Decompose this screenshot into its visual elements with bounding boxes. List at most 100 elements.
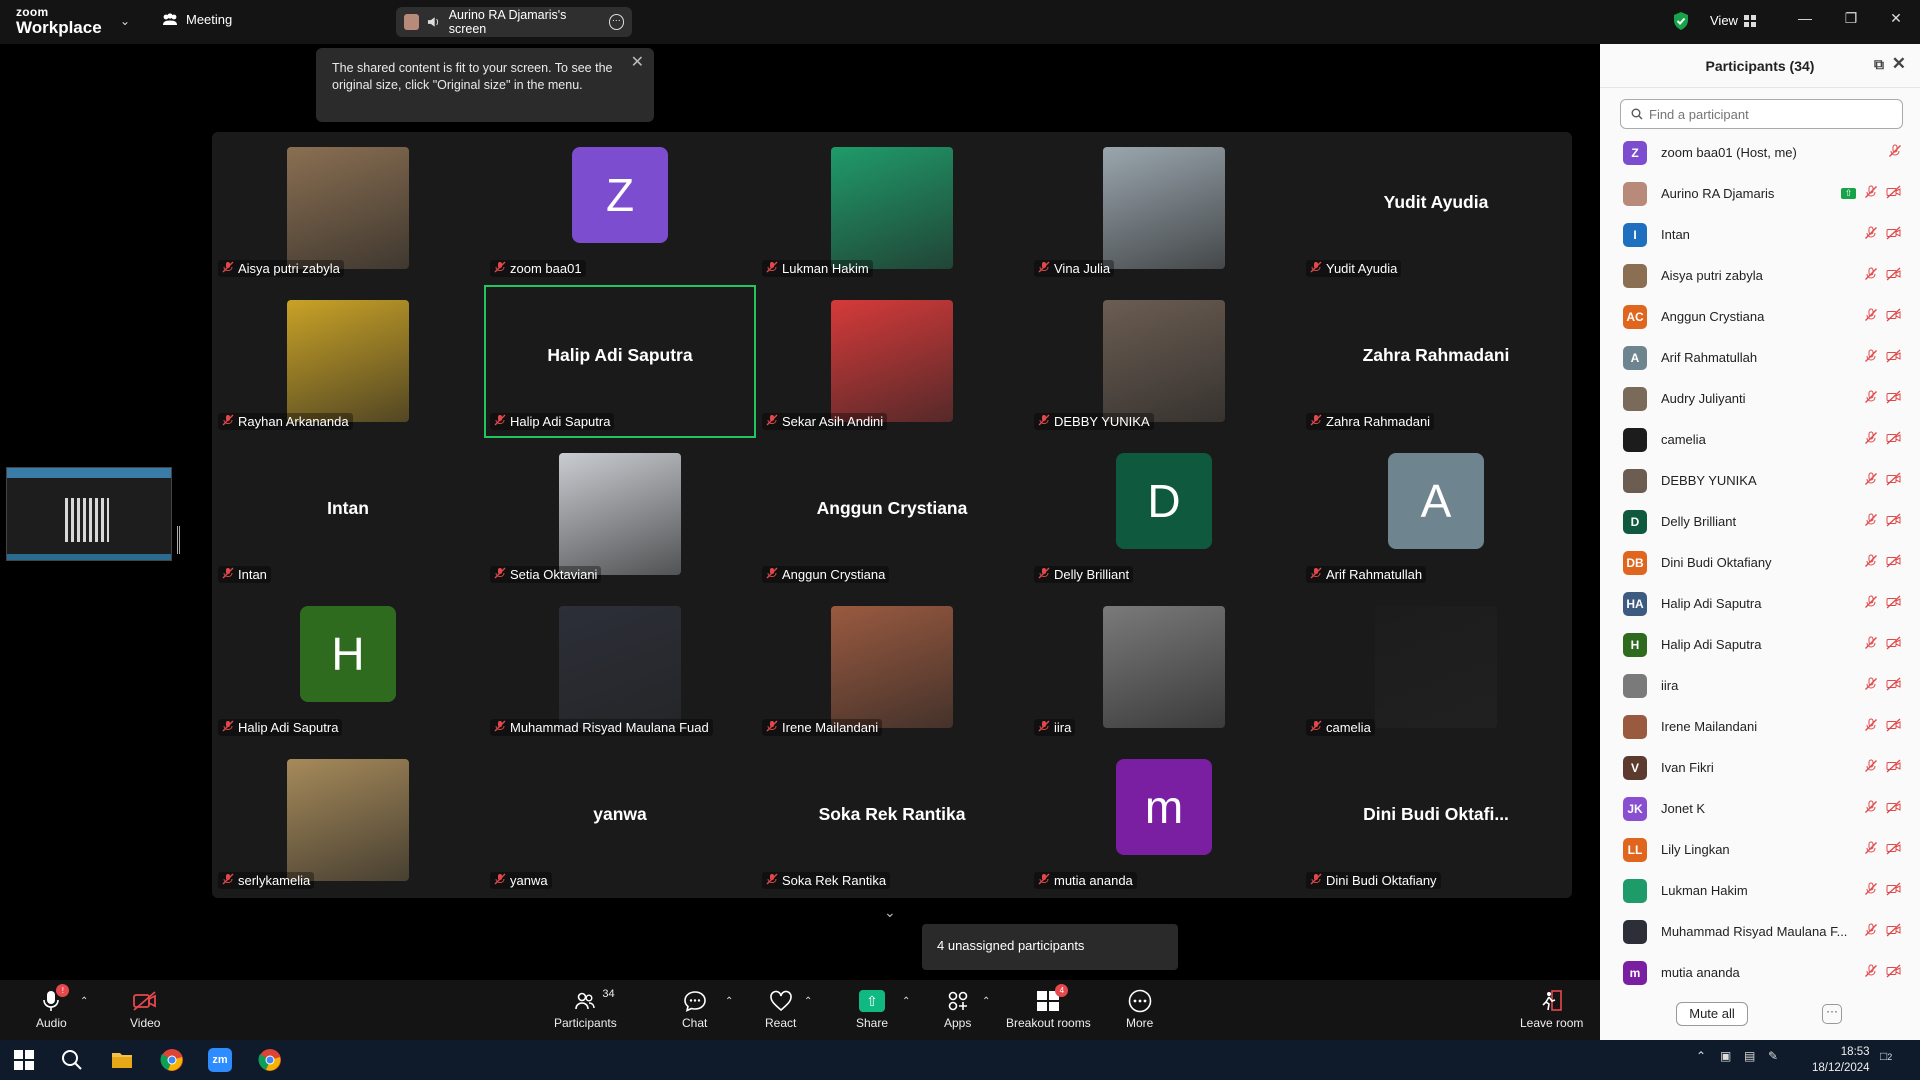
chrome-profile-icon[interactable] xyxy=(258,1048,282,1072)
mic-muted-icon[interactable] xyxy=(1864,718,1878,735)
participant-row[interactable]: JK Jonet K xyxy=(1600,788,1920,829)
mic-muted-icon[interactable] xyxy=(1864,267,1878,284)
video-tile[interactable]: Sekar Asih Andini xyxy=(756,285,1028,438)
participant-row[interactable]: AC Anggun Crystiana xyxy=(1600,296,1920,337)
participant-row[interactable]: H Halip Adi Saputra xyxy=(1600,624,1920,665)
video-off-icon[interactable] xyxy=(1886,185,1902,202)
mic-muted-icon[interactable] xyxy=(1864,349,1878,366)
video-off-icon[interactable] xyxy=(1886,349,1902,366)
participant-row[interactable]: Aisya putri zabyla xyxy=(1600,255,1920,296)
video-off-icon[interactable] xyxy=(1886,267,1902,284)
mic-muted-icon[interactable] xyxy=(1864,800,1878,817)
video-tile[interactable]: camelia xyxy=(1300,591,1572,744)
video-tile[interactable]: Aisya putri zabyla xyxy=(212,132,484,285)
video-off-icon[interactable] xyxy=(1886,841,1902,858)
participant-row[interactable]: DEBBY YUNIKA xyxy=(1600,460,1920,501)
mic-muted-icon[interactable] xyxy=(1864,431,1878,448)
video-button[interactable]: Video xyxy=(130,986,160,1030)
participant-row[interactable]: Irene Mailandani xyxy=(1600,706,1920,747)
participant-row[interactable]: I Intan xyxy=(1600,214,1920,255)
video-off-icon[interactable] xyxy=(1886,923,1902,940)
chat-button[interactable]: Chat xyxy=(682,986,707,1030)
unassigned-participants-notice[interactable]: 4 unassigned participants xyxy=(922,924,1178,970)
minimize-icon[interactable]: — xyxy=(1795,10,1815,26)
video-off-icon[interactable] xyxy=(1886,431,1902,448)
popout-icon[interactable]: ⧉ xyxy=(1874,56,1884,73)
mic-muted-icon[interactable] xyxy=(1864,226,1878,243)
video-tile[interactable]: D Delly Brilliant xyxy=(1028,438,1300,591)
video-tile[interactable]: Muhammad Risyad Maulana Fuad xyxy=(484,591,756,744)
zoom-taskbar-icon[interactable]: zm xyxy=(208,1048,232,1072)
participant-row[interactable]: Lukman Hakim xyxy=(1600,870,1920,911)
leave-room-button[interactable]: Leave room xyxy=(1520,986,1583,1030)
video-tile[interactable]: H Halip Adi Saputra xyxy=(212,591,484,744)
mic-muted-icon[interactable] xyxy=(1864,923,1878,940)
chat-options-caret-icon[interactable]: ⌃ xyxy=(725,996,733,1007)
participant-row[interactable]: LL Lily Lingkan xyxy=(1600,829,1920,870)
participant-search[interactable] xyxy=(1620,99,1903,129)
mic-muted-icon[interactable] xyxy=(1864,185,1878,202)
mic-muted-icon[interactable] xyxy=(1864,882,1878,899)
video-off-icon[interactable] xyxy=(1886,390,1902,407)
view-button[interactable]: View xyxy=(1710,13,1756,28)
pen-icon[interactable]: ✎ xyxy=(1768,1049,1778,1063)
video-off-icon[interactable] xyxy=(1886,759,1902,776)
video-off-icon[interactable] xyxy=(1886,513,1902,530)
video-tile[interactable]: Rayhan Arkananda xyxy=(212,285,484,438)
apps-options-caret-icon[interactable]: ⌃ xyxy=(982,996,990,1007)
mic-muted-icon[interactable] xyxy=(1864,636,1878,653)
video-off-icon[interactable] xyxy=(1886,718,1902,735)
breakout-rooms-button[interactable]: 4 Breakout rooms xyxy=(1006,984,1091,1030)
video-tile[interactable]: m mutia ananda xyxy=(1028,744,1300,897)
mute-all-button[interactable]: Mute all xyxy=(1676,1002,1748,1026)
video-tile[interactable]: Anggun Crystiana Anggun Crystiana xyxy=(756,438,1028,591)
screen-share-pill[interactable]: Aurino RA Djamaris's screen ··· xyxy=(396,7,632,37)
notifications-icon[interactable]: □2 xyxy=(1880,1049,1892,1063)
participant-row[interactable]: D Delly Brilliant xyxy=(1600,501,1920,542)
restore-icon[interactable]: ❐ xyxy=(1841,10,1861,27)
file-explorer-icon[interactable] xyxy=(110,1048,134,1072)
share-options-icon[interactable]: ··· xyxy=(608,14,625,30)
close-window-icon[interactable]: ✕ xyxy=(1886,10,1906,27)
video-off-icon[interactable] xyxy=(1886,472,1902,489)
video-tile[interactable]: yanwa yanwa xyxy=(484,744,756,897)
mic-muted-icon[interactable] xyxy=(1864,308,1878,325)
meeting-info-button[interactable]: Meeting xyxy=(162,12,232,27)
participant-row[interactable]: HA Halip Adi Saputra xyxy=(1600,583,1920,624)
video-off-icon[interactable] xyxy=(1886,226,1902,243)
network-icon[interactable]: ▤ xyxy=(1744,1049,1755,1063)
video-tile[interactable]: Zzoom baa01 xyxy=(484,132,756,285)
mic-muted-icon[interactable] xyxy=(1864,390,1878,407)
video-tile[interactable]: DEBBY YUNIKA xyxy=(1028,285,1300,438)
share-options-caret-icon[interactable]: ⌃ xyxy=(902,996,910,1007)
video-off-icon[interactable] xyxy=(1886,882,1902,899)
search-input[interactable] xyxy=(1649,106,1889,122)
video-tile[interactable]: Lukman Hakim xyxy=(756,132,1028,285)
mic-muted-icon[interactable] xyxy=(1864,554,1878,571)
share-button[interactable]: ⇧ Share xyxy=(856,986,888,1030)
video-tile[interactable]: Zahra Rahmadani Zahra Rahmadani xyxy=(1300,285,1572,438)
more-options-icon[interactable]: ··· xyxy=(1822,1004,1842,1024)
react-button[interactable]: React xyxy=(765,986,796,1030)
video-tile[interactable]: Setia Oktaviani xyxy=(484,438,756,591)
mic-muted-icon[interactable] xyxy=(1864,677,1878,694)
video-tile[interactable]: Irene Mailandani xyxy=(756,591,1028,744)
video-tile[interactable]: Halip Adi Saputra Halip Adi Saputra xyxy=(484,285,756,438)
close-panel-icon[interactable]: ✕ xyxy=(1892,54,1906,74)
video-off-icon[interactable] xyxy=(1886,595,1902,612)
video-tile[interactable]: Dini Budi Oktafi... Dini Budi Oktafiany xyxy=(1300,744,1572,897)
shared-screen-thumbnail[interactable] xyxy=(6,467,172,561)
participant-row[interactable]: camelia xyxy=(1600,419,1920,460)
tooltip-close-icon[interactable]: ✕ xyxy=(631,54,644,71)
thumbnail-resize-handle[interactable] xyxy=(177,526,180,554)
video-tile[interactable]: Intan Intan xyxy=(212,438,484,591)
video-off-icon[interactable] xyxy=(1886,964,1902,981)
tray-expand-icon[interactable]: ⌃ xyxy=(1696,1049,1706,1063)
participant-row[interactable]: Aurino RA Djamaris ⇧ xyxy=(1600,173,1920,214)
participant-row[interactable]: A Arif Rahmatullah xyxy=(1600,337,1920,378)
participant-row[interactable]: V Ivan Fikri xyxy=(1600,747,1920,788)
mic-muted-icon[interactable] xyxy=(1888,144,1902,161)
mic-muted-icon[interactable] xyxy=(1864,595,1878,612)
audio-options-caret-icon[interactable]: ⌃ xyxy=(80,996,88,1007)
windows-start-icon[interactable] xyxy=(12,1048,36,1072)
